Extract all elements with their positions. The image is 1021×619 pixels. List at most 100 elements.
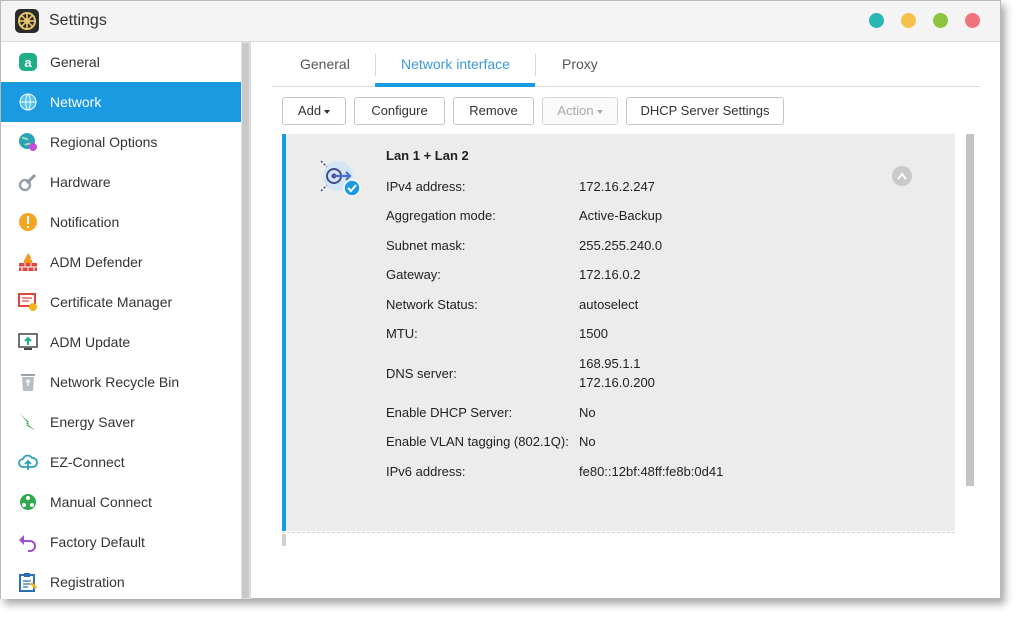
chevron-up-icon: [897, 172, 907, 180]
window-title: Settings: [49, 12, 107, 29]
sidebar-scrollbar[interactable]: [241, 42, 250, 599]
subnet-mask-value: 255.255.240.0: [579, 238, 663, 253]
undo-arrow-icon: [19, 535, 36, 552]
sidebar-item-label: Network: [50, 94, 102, 110]
minimize-window-button[interactable]: [901, 13, 916, 28]
aggregation-mode-value: Active-Backup: [579, 208, 663, 223]
clipboard-icon: [19, 573, 37, 592]
tab-general[interactable]: General: [300, 56, 350, 72]
maximize-window-button[interactable]: [933, 13, 948, 28]
update-monitor-icon: [18, 333, 38, 350]
warning-icon: [19, 213, 37, 231]
dns-server-label: DNS server:: [386, 366, 457, 381]
sidebar-item-factory-default[interactable]: Factory Default: [1, 522, 241, 562]
add-dropdown-button[interactable]: Add: [282, 97, 346, 125]
next-card-edge: [282, 534, 286, 546]
teal-window-button[interactable]: [869, 13, 884, 28]
sidebar-item-label: Energy Saver: [50, 414, 135, 430]
tab-proxy[interactable]: Proxy: [562, 56, 598, 72]
action-dropdown-button[interactable]: Action: [542, 97, 618, 125]
main-content: General Network interface Proxy Add Conf…: [252, 42, 1000, 599]
sidebar-item-label: ADM Defender: [50, 254, 143, 270]
sidebar-item-network-recycle-bin[interactable]: Network Recycle Bin: [1, 362, 241, 402]
interface-list: Lan 1 + Lan 2 IPv4 address: 172.16.2.247…: [282, 134, 976, 546]
sidebar-item-ez-connect[interactable]: EZ-Connect: [1, 442, 241, 482]
network-status-label: Network Status:: [386, 297, 478, 312]
sidebar-item-hardware[interactable]: Hardware: [1, 162, 241, 202]
sidebar-item-label: Notification: [50, 214, 120, 230]
remove-button[interactable]: Remove: [453, 97, 534, 125]
interface-card[interactable]: Lan 1 + Lan 2 IPv4 address: 172.16.2.247…: [282, 134, 955, 531]
add-button-label: Add: [297, 103, 322, 118]
settings-app-icon: [15, 9, 39, 33]
sidebar-item-label: General: [50, 54, 100, 70]
firewall-icon: [19, 253, 37, 271]
sidebar-item-adm-update[interactable]: ADM Update: [1, 322, 241, 362]
collapse-button[interactable]: [892, 166, 912, 186]
mtu-label: MTU:: [386, 326, 418, 341]
sidebar-item-general[interactable]: a General: [1, 42, 241, 82]
sidebar-item-label: Registration: [50, 574, 125, 590]
general-icon: a: [19, 53, 37, 71]
sidebar-item-label: Hardware: [50, 174, 111, 190]
sidebar-item-notification[interactable]: Notification: [1, 202, 241, 242]
sidebar-item-label: Regional Options: [50, 134, 158, 150]
tab-separator: [375, 54, 376, 76]
lightning-icon: [20, 414, 36, 431]
dns-server-value-1: 168.95.1.1: [579, 356, 641, 371]
sidebar-item-label: EZ-Connect: [50, 454, 125, 470]
settings-window: Settings a General Network Regional Opti…: [0, 0, 1001, 599]
sidebar-item-regional-options[interactable]: Regional Options: [1, 122, 241, 162]
ipv4-label: IPv4 address:: [386, 179, 466, 194]
sidebar-item-label: Factory Default: [50, 534, 145, 550]
network-link-check-icon: [320, 160, 361, 197]
tab-network-interface[interactable]: Network interface: [401, 56, 510, 72]
aggregation-mode-label: Aggregation mode:: [386, 208, 496, 223]
card-divider: [282, 532, 955, 533]
mtu-value: 1500: [579, 326, 608, 341]
vlan-tagging-value: No: [579, 434, 596, 449]
subnet-mask-label: Subnet mask:: [386, 238, 466, 253]
svg-text:a: a: [24, 55, 32, 70]
action-button-label: Action: [557, 103, 594, 118]
cloud-upload-icon: [18, 454, 38, 470]
regional-globe-icon: [19, 133, 37, 151]
dhcp-server-value: No: [579, 405, 596, 420]
sidebar-item-label: ADM Update: [50, 334, 131, 350]
sidebar-item-manual-connect[interactable]: Manual Connect: [1, 482, 241, 522]
vlan-tagging-label: Enable VLAN tagging (802.1Q):: [386, 434, 569, 449]
sidebar-item-registration[interactable]: Registration: [1, 562, 241, 602]
dhcp-server-label: Enable DHCP Server:: [386, 405, 513, 420]
interface-title: Lan 1 + Lan 2: [386, 148, 469, 163]
sidebar-scrollbar-thumb[interactable]: [242, 43, 249, 598]
network-nodes-icon: [20, 494, 36, 510]
active-tab-indicator: [375, 83, 535, 87]
ipv6-label: IPv6 address:: [386, 464, 466, 479]
recycle-bin-icon: [21, 374, 35, 391]
sidebar-item-network[interactable]: Network: [1, 82, 241, 122]
chevron-down-icon: [324, 109, 331, 114]
sidebar-item-label: Certificate Manager: [50, 294, 173, 310]
close-window-button[interactable]: [965, 13, 980, 28]
chevron-down-icon: [596, 109, 603, 114]
tab-bar: General Network interface Proxy: [272, 42, 980, 87]
sidebar-item-certificate-manager[interactable]: Certificate Manager: [1, 282, 241, 322]
tab-separator: [535, 54, 536, 76]
ipv6-value: fe80::12bf:48ff:fe8b:0d41: [579, 464, 724, 479]
panel-scrollbar[interactable]: [966, 134, 974, 486]
sidebar-item-label: Network Recycle Bin: [50, 374, 180, 390]
sidebar-item-adm-defender[interactable]: ADM Defender: [1, 242, 241, 282]
sidebar-item-label: Manual Connect: [50, 494, 152, 510]
configure-button[interactable]: Configure: [354, 97, 445, 125]
globe-icon: [19, 93, 37, 111]
ipv4-value: 172.16.2.247: [579, 179, 655, 194]
gateway-value: 172.16.0.2: [579, 267, 641, 282]
hardware-wrench-icon: [18, 173, 37, 192]
title-bar[interactable]: Settings: [1, 1, 1000, 42]
sidebar-item-energy-saver[interactable]: Energy Saver: [1, 402, 241, 442]
network-status-value: autoselect: [579, 297, 639, 312]
sidebar: a General Network Regional Options Hardw…: [1, 42, 251, 599]
dns-server-value-2: 172.16.0.200: [579, 375, 655, 390]
gateway-label: Gateway:: [386, 267, 441, 282]
dhcp-server-settings-button[interactable]: DHCP Server Settings: [626, 97, 784, 125]
